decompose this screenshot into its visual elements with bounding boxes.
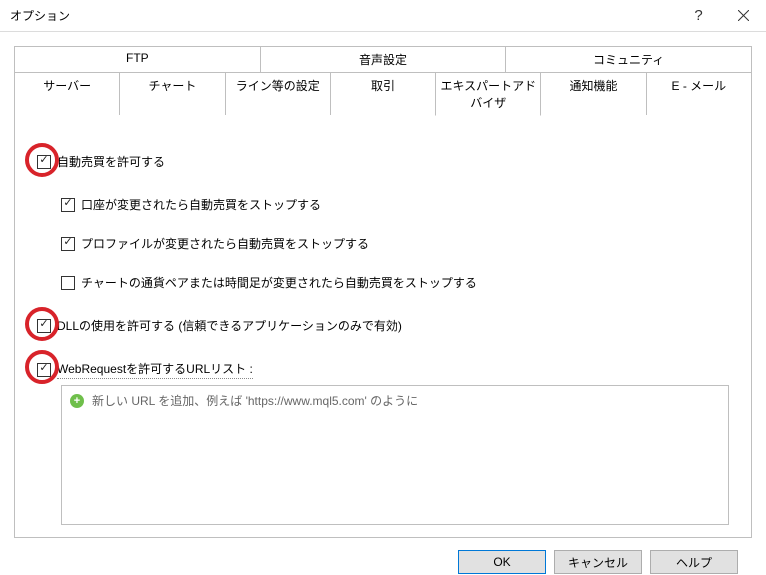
help-button[interactable]: ヘルプ	[650, 550, 738, 574]
tab-label: コミュニティ	[593, 53, 664, 67]
tab-label: チャート	[148, 79, 196, 93]
dialog-body: FTP 音声設定 コミュニティ サーバー チャート ライン等の設定 取引 エキス…	[0, 32, 766, 575]
checkbox-allow-auto-trading[interactable]	[37, 155, 51, 169]
tab-label: 通知機能	[570, 79, 618, 93]
tab-email[interactable]: E - メール	[646, 72, 752, 116]
tab-panel: 自動売買を許可する 口座が変更されたら自動売買をストップする プロファイルが変更…	[14, 115, 752, 538]
tab-expert-advisor[interactable]: エキスパートアドバイザ	[435, 72, 541, 116]
label-stop-account: 口座が変更されたら自動売買をストップする	[81, 196, 321, 213]
tab-label: サーバー	[43, 79, 91, 93]
tabs-area: FTP 音声設定 コミュニティ サーバー チャート ライン等の設定 取引 エキス…	[14, 46, 752, 538]
close-icon[interactable]	[721, 0, 766, 32]
url-list[interactable]: + 新しい URL を追加、例えば 'https://www.mql5.com'…	[61, 385, 729, 525]
tab-chart[interactable]: チャート	[119, 72, 225, 116]
checkbox-stop-account[interactable]	[61, 198, 75, 212]
option-allow-auto-trading: 自動売買を許可する	[37, 153, 729, 170]
tab-label: FTP	[126, 51, 149, 65]
ok-button[interactable]: OK	[458, 550, 546, 574]
checkbox-stop-symbol[interactable]	[61, 276, 75, 290]
tab-row-top: FTP 音声設定 コミュニティ	[14, 46, 752, 73]
button-label: OK	[493, 555, 510, 569]
tab-trade[interactable]: 取引	[330, 72, 436, 116]
checkbox-stop-profile[interactable]	[61, 237, 75, 251]
tab-label: 音声設定	[359, 53, 407, 67]
option-stop-on-account-change: 口座が変更されたら自動売買をストップする	[61, 196, 729, 213]
option-stop-on-symbol-change: チャートの通貨ペアまたは時間足が変更されたら自動売買をストップする	[61, 274, 729, 291]
button-bar: OK キャンセル ヘルプ	[14, 538, 752, 574]
label-stop-profile: プロファイルが変更されたら自動売買をストップする	[81, 235, 369, 252]
tab-label: E - メール	[671, 79, 726, 93]
tab-community[interactable]: コミュニティ	[505, 46, 752, 73]
url-placeholder: 新しい URL を追加、例えば 'https://www.mql5.com' の…	[92, 392, 418, 409]
tab-label: 取引	[371, 79, 395, 93]
tab-ftp[interactable]: FTP	[14, 46, 261, 73]
checkbox-allow-webrequest[interactable]	[37, 363, 51, 377]
option-allow-webrequest: WebRequestを許可するURLリスト :	[37, 360, 729, 379]
tab-sound[interactable]: 音声設定	[260, 46, 507, 73]
button-label: キャンセル	[568, 554, 628, 571]
cancel-button[interactable]: キャンセル	[554, 550, 642, 574]
checkbox-allow-dll[interactable]	[37, 319, 51, 333]
tab-server[interactable]: サーバー	[14, 72, 120, 116]
button-label: ヘルプ	[676, 554, 712, 571]
tab-notifications[interactable]: 通知機能	[540, 72, 646, 116]
help-icon[interactable]: ?	[676, 0, 721, 32]
plus-icon: +	[70, 394, 84, 408]
option-allow-dll: DLLの使用を許可する (信頼できるアプリケーションのみで有効)	[37, 317, 729, 334]
label-allow-webrequest: WebRequestを許可するURLリスト :	[57, 360, 253, 379]
label-allow-dll: DLLの使用を許可する (信頼できるアプリケーションのみで有効)	[57, 317, 402, 334]
label-allow-auto-trading: 自動売買を許可する	[57, 153, 165, 170]
label-stop-symbol: チャートの通貨ペアまたは時間足が変更されたら自動売買をストップする	[81, 274, 477, 291]
url-add-row[interactable]: + 新しい URL を追加、例えば 'https://www.mql5.com'…	[70, 392, 720, 409]
tab-label: エキスパートアドバイザ	[440, 79, 536, 110]
option-stop-on-profile-change: プロファイルが変更されたら自動売買をストップする	[61, 235, 729, 252]
window-title: オプション	[10, 7, 676, 24]
tab-lines[interactable]: ライン等の設定	[225, 72, 331, 116]
tab-row-bottom: サーバー チャート ライン等の設定 取引 エキスパートアドバイザ 通知機能 E …	[14, 72, 752, 116]
titlebar: オプション ?	[0, 0, 766, 32]
tab-label: ライン等の設定	[236, 79, 320, 93]
